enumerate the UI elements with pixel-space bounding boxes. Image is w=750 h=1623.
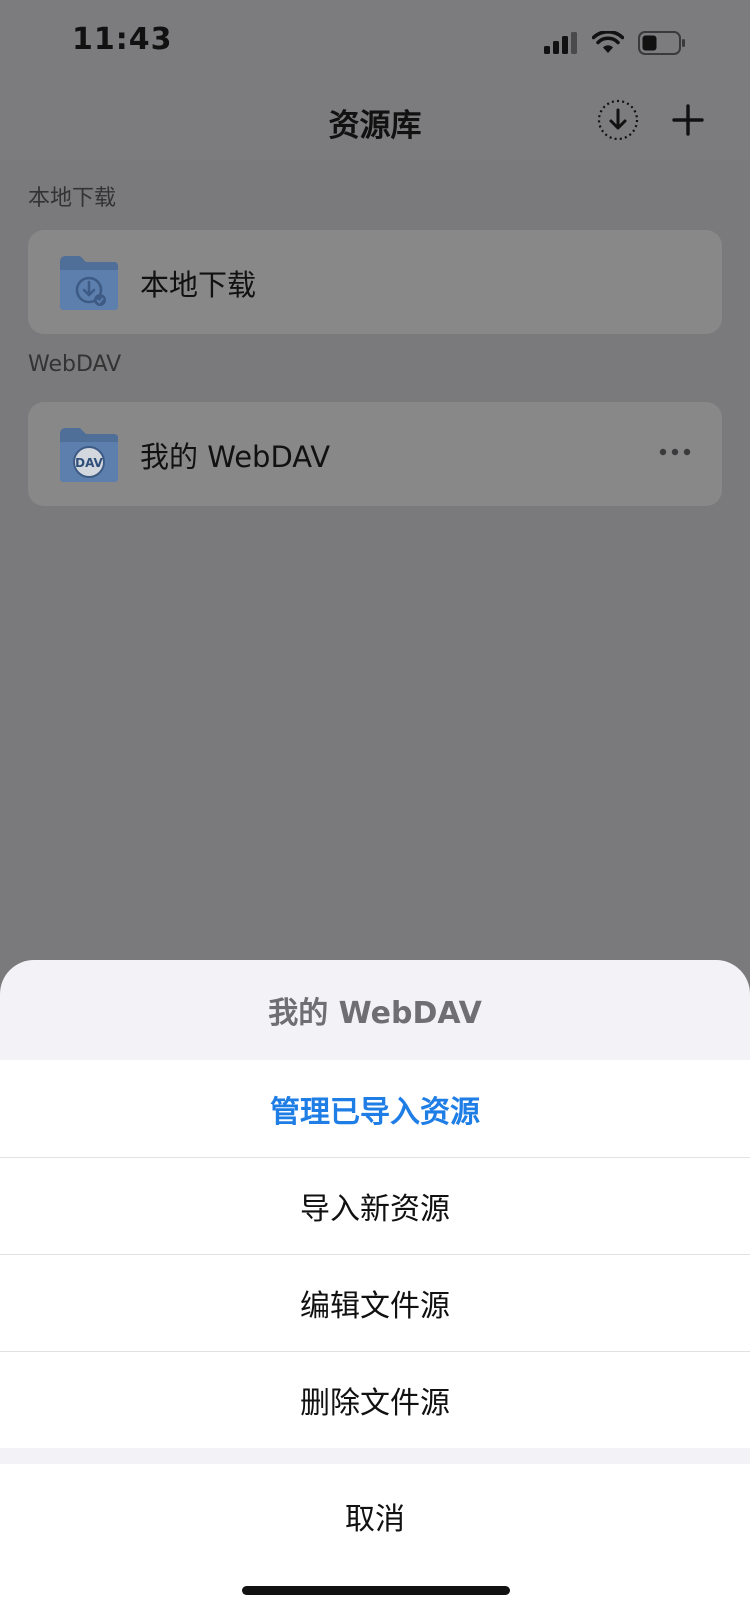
dav-badge: DAV xyxy=(75,456,103,470)
plus-icon[interactable] xyxy=(666,98,710,142)
wifi-icon xyxy=(592,31,624,53)
list-item-local-download[interactable]: 本地下载 xyxy=(28,230,722,334)
library-content: 本地下载 本地下载 WebDAV DAV 我的 WebDAV xyxy=(0,160,750,960)
list-item-label: 我的 WebDAV xyxy=(140,440,331,474)
home-indicator[interactable] xyxy=(242,1586,510,1595)
status-icons xyxy=(544,28,686,58)
status-time: 11:43 xyxy=(72,22,173,57)
manage-imported-button[interactable]: 管理已导入资源 xyxy=(0,1060,750,1157)
delete-source-button[interactable]: 删除文件源 xyxy=(0,1351,750,1448)
ellipsis-icon[interactable] xyxy=(658,440,692,464)
list-item-label: 本地下载 xyxy=(140,268,257,302)
navbar: 资源库 xyxy=(0,86,750,160)
action-sheet-title: 我的 WebDAV xyxy=(268,996,482,1031)
status-bar: 11:43 xyxy=(0,0,750,86)
import-new-button[interactable]: 导入新资源 xyxy=(0,1157,750,1254)
list-item-my-webdav[interactable]: DAV 我的 WebDAV xyxy=(28,402,722,506)
download-circle-icon[interactable] xyxy=(596,98,640,142)
folder-dav-icon: DAV xyxy=(60,428,118,482)
cancel-area: 取消 xyxy=(0,1464,750,1623)
screen: 11:43 资源库 本地下载 本地下载 WebDAV DAV 我的 WebDAV… xyxy=(0,0,750,1623)
cancel-button[interactable]: 取消 xyxy=(0,1494,750,1538)
section-label-webdav: WebDAV xyxy=(28,352,122,377)
edit-source-button[interactable]: 编辑文件源 xyxy=(0,1254,750,1351)
signal-icon xyxy=(544,32,577,54)
folder-download-icon xyxy=(60,256,118,310)
section-label-local: 本地下载 xyxy=(28,186,117,211)
battery-icon xyxy=(638,31,685,55)
action-sheet: 我的 WebDAV 管理已导入资源 导入新资源 编辑文件源 删除文件源 取消 xyxy=(0,960,750,1623)
